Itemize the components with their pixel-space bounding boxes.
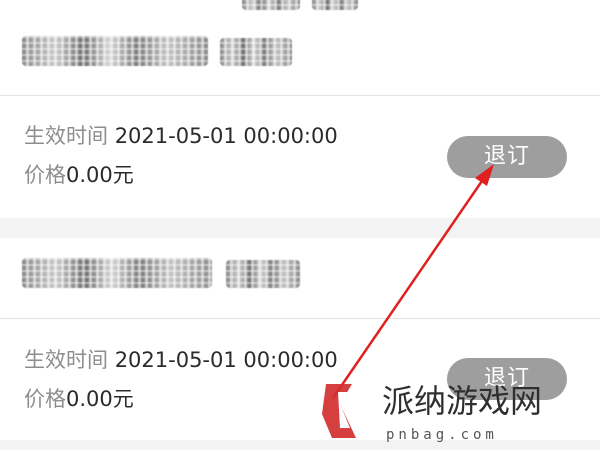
effective-time-label: 生效时间 (24, 124, 108, 148)
section-gap (0, 218, 600, 238)
watermark-text: 派纳游戏网 (382, 382, 543, 420)
section-gap (0, 440, 600, 450)
effective-time-value: 2021-05-01 00:00:00 (114, 124, 338, 148)
package-name-redacted (22, 258, 212, 288)
price-label: 价格 (24, 163, 66, 187)
effective-time-row: 生效时间 2021-05-01 00:00:00 (24, 346, 338, 374)
effective-time-row: 生效时间 2021-05-01 00:00:00 (24, 122, 338, 150)
package-name-redacted (220, 38, 292, 66)
effective-time-label: 生效时间 (24, 348, 108, 372)
divider (0, 318, 600, 319)
package-name-redacted (226, 260, 300, 288)
price-value: 0.00元 (66, 387, 134, 411)
redacted-text (312, 0, 358, 10)
effective-time-value: 2021-05-01 00:00:00 (114, 348, 338, 372)
divider (0, 95, 600, 96)
package-name-redacted (22, 36, 208, 66)
price-label: 价格 (24, 387, 66, 411)
watermark-url: pnbag.com (386, 427, 498, 443)
redacted-text (242, 0, 300, 10)
price-row: 价格0.00元 (24, 385, 134, 413)
price-value: 0.00元 (66, 163, 134, 187)
unsubscribe-button[interactable]: 退订 (447, 136, 567, 178)
price-row: 价格0.00元 (24, 161, 134, 189)
